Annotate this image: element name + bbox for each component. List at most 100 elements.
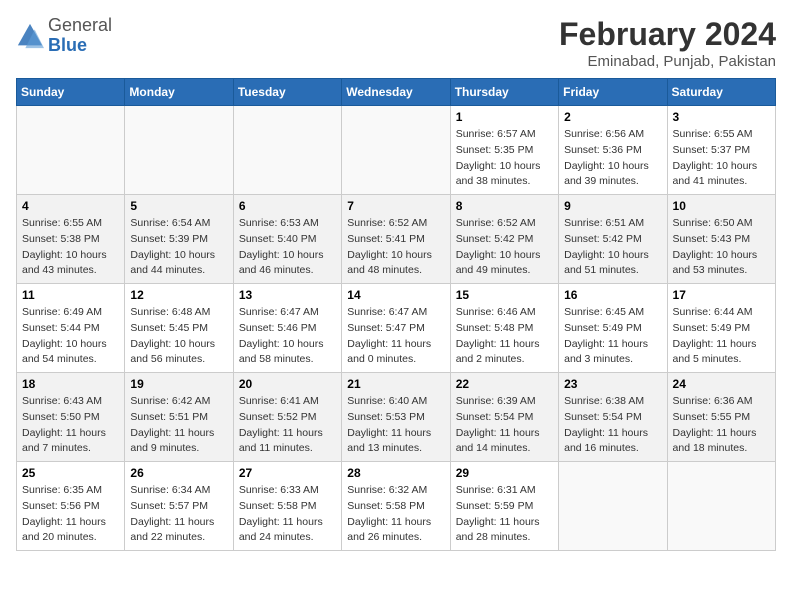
title-block: February 2024 Eminabad, Punjab, Pakistan — [559, 16, 776, 70]
day-info: Sunrise: 6:34 AMSunset: 5:57 PMDaylight:… — [130, 483, 227, 546]
day-number: 21 — [347, 377, 444, 391]
day-info: Sunrise: 6:55 AMSunset: 5:38 PMDaylight:… — [22, 216, 119, 279]
calendar-cell: 15 Sunrise: 6:46 AMSunset: 5:48 PMDayligh… — [450, 284, 558, 373]
calendar-body: 1 Sunrise: 6:57 AMSunset: 5:35 PMDaylight… — [17, 106, 776, 551]
day-number: 15 — [456, 288, 553, 302]
location-text: Eminabad, Punjab, Pakistan — [559, 53, 776, 70]
calendar-cell — [17, 106, 125, 195]
calendar-week-5: 25 Sunrise: 6:35 AMSunset: 5:56 PMDayligh… — [17, 462, 776, 551]
day-number: 22 — [456, 377, 553, 391]
day-info: Sunrise: 6:32 AMSunset: 5:58 PMDaylight:… — [347, 483, 444, 546]
calendar-cell: 16Sunrise: 6:45 AMSunset: 5:49 PMDayligh… — [559, 284, 667, 373]
day-number: 7 — [347, 199, 444, 213]
day-info: Sunrise: 6:42 AMSunset: 5:51 PMDaylight:… — [130, 394, 227, 457]
calendar-cell: 28 Sunrise: 6:32 AMSunset: 5:58 PMDayligh… — [342, 462, 450, 551]
calendar-cell: 12 Sunrise: 6:48 AMSunset: 5:45 PMDayligh… — [125, 284, 233, 373]
day-info: Sunrise: 6:44 AMSunset: 5:49 PMDaylight:… — [673, 305, 770, 368]
calendar-cell: 21 Sunrise: 6:40 AMSunset: 5:53 PMDayligh… — [342, 373, 450, 462]
day-info: Sunrise: 6:57 AMSunset: 5:35 PMDaylight:… — [456, 127, 553, 190]
col-tuesday: Tuesday — [233, 79, 341, 106]
day-number: 29 — [456, 466, 553, 480]
day-number: 6 — [239, 199, 336, 213]
logo-icon — [16, 22, 44, 50]
calendar-week-2: 4 Sunrise: 6:55 AMSunset: 5:38 PMDaylight… — [17, 195, 776, 284]
day-number: 4 — [22, 199, 119, 213]
calendar-cell: 9 Sunrise: 6:51 AMSunset: 5:42 PMDaylight… — [559, 195, 667, 284]
day-number: 3 — [673, 110, 770, 124]
day-number: 23 — [564, 377, 661, 391]
header-row: Sunday Monday Tuesday Wednesday Thursday… — [17, 79, 776, 106]
day-info: Sunrise: 6:52 AMSunset: 5:41 PMDaylight:… — [347, 216, 444, 279]
day-info: Sunrise: 6:55 AMSunset: 5:37 PMDaylight:… — [673, 127, 770, 190]
calendar-cell — [342, 106, 450, 195]
day-info: Sunrise: 6:52 AMSunset: 5:42 PMDaylight:… — [456, 216, 553, 279]
col-thursday: Thursday — [450, 79, 558, 106]
day-number: 25 — [22, 466, 119, 480]
day-info: Sunrise: 6:43 AMSunset: 5:50 PMDaylight:… — [22, 394, 119, 457]
calendar-cell: 25 Sunrise: 6:35 AMSunset: 5:56 PMDayligh… — [17, 462, 125, 551]
calendar-cell — [125, 106, 233, 195]
calendar-header: Sunday Monday Tuesday Wednesday Thursday… — [17, 79, 776, 106]
day-number: 12 — [130, 288, 227, 302]
calendar-cell: 11 Sunrise: 6:49 AMSunset: 5:44 PMDayligh… — [17, 284, 125, 373]
month-title: February 2024 — [559, 16, 776, 53]
day-number: 24 — [673, 377, 770, 391]
calendar-cell: 26Sunrise: 6:34 AMSunset: 5:57 PMDayligh… — [125, 462, 233, 551]
page-header: General Blue February 2024 Eminabad, Pun… — [16, 16, 776, 70]
calendar-cell: 23Sunrise: 6:38 AMSunset: 5:54 PMDayligh… — [559, 373, 667, 462]
calendar-cell — [667, 462, 775, 551]
day-info: Sunrise: 6:46 AMSunset: 5:48 PMDaylight:… — [456, 305, 553, 368]
calendar-cell: 24 Sunrise: 6:36 AMSunset: 5:55 PMDayligh… — [667, 373, 775, 462]
day-number: 19 — [130, 377, 227, 391]
day-info: Sunrise: 6:36 AMSunset: 5:55 PMDaylight:… — [673, 394, 770, 457]
day-info: Sunrise: 6:53 AMSunset: 5:40 PMDaylight:… — [239, 216, 336, 279]
day-info: Sunrise: 6:39 AMSunset: 5:54 PMDaylight:… — [456, 394, 553, 457]
day-number: 16 — [564, 288, 661, 302]
day-number: 10 — [673, 199, 770, 213]
day-info: Sunrise: 6:49 AMSunset: 5:44 PMDaylight:… — [22, 305, 119, 368]
day-info: Sunrise: 6:47 AMSunset: 5:46 PMDaylight:… — [239, 305, 336, 368]
day-info: Sunrise: 6:41 AMSunset: 5:52 PMDaylight:… — [239, 394, 336, 457]
day-number: 17 — [673, 288, 770, 302]
calendar-week-1: 1 Sunrise: 6:57 AMSunset: 5:35 PMDaylight… — [17, 106, 776, 195]
day-info: Sunrise: 6:31 AMSunset: 5:59 PMDaylight:… — [456, 483, 553, 546]
logo-blue-text: Blue — [48, 35, 87, 55]
day-number: 9 — [564, 199, 661, 213]
day-number: 18 — [22, 377, 119, 391]
calendar-cell: 6 Sunrise: 6:53 AMSunset: 5:40 PMDaylight… — [233, 195, 341, 284]
calendar-cell: 2Sunrise: 6:56 AMSunset: 5:36 PMDaylight… — [559, 106, 667, 195]
col-sunday: Sunday — [17, 79, 125, 106]
calendar-cell: 22 Sunrise: 6:39 AMSunset: 5:54 PMDayligh… — [450, 373, 558, 462]
day-number: 28 — [347, 466, 444, 480]
day-info: Sunrise: 6:50 AMSunset: 5:43 PMDaylight:… — [673, 216, 770, 279]
calendar-cell: 3 Sunrise: 6:55 AMSunset: 5:37 PMDaylight… — [667, 106, 775, 195]
calendar-cell: 29 Sunrise: 6:31 AMSunset: 5:59 PMDayligh… — [450, 462, 558, 551]
day-info: Sunrise: 6:35 AMSunset: 5:56 PMDaylight:… — [22, 483, 119, 546]
calendar-cell: 10 Sunrise: 6:50 AMSunset: 5:43 PMDayligh… — [667, 195, 775, 284]
calendar-cell: 19 Sunrise: 6:42 AMSunset: 5:51 PMDayligh… — [125, 373, 233, 462]
day-info: Sunrise: 6:48 AMSunset: 5:45 PMDaylight:… — [130, 305, 227, 368]
day-number: 11 — [22, 288, 119, 302]
day-number: 14 — [347, 288, 444, 302]
col-friday: Friday — [559, 79, 667, 106]
day-number: 8 — [456, 199, 553, 213]
col-monday: Monday — [125, 79, 233, 106]
col-wednesday: Wednesday — [342, 79, 450, 106]
calendar-week-3: 11 Sunrise: 6:49 AMSunset: 5:44 PMDayligh… — [17, 284, 776, 373]
day-number: 5 — [130, 199, 227, 213]
logo-general-text: General — [48, 15, 112, 35]
calendar-cell: 20Sunrise: 6:41 AMSunset: 5:52 PMDayligh… — [233, 373, 341, 462]
calendar-cell: 5Sunrise: 6:54 AMSunset: 5:39 PMDaylight… — [125, 195, 233, 284]
day-info: Sunrise: 6:51 AMSunset: 5:42 PMDaylight:… — [564, 216, 661, 279]
day-info: Sunrise: 6:33 AMSunset: 5:58 PMDaylight:… — [239, 483, 336, 546]
calendar-cell: 18 Sunrise: 6:43 AMSunset: 5:50 PMDayligh… — [17, 373, 125, 462]
day-info: Sunrise: 6:40 AMSunset: 5:53 PMDaylight:… — [347, 394, 444, 457]
calendar-cell: 13Sunrise: 6:47 AMSunset: 5:46 PMDayligh… — [233, 284, 341, 373]
day-number: 1 — [456, 110, 553, 124]
calendar-cell: 1 Sunrise: 6:57 AMSunset: 5:35 PMDaylight… — [450, 106, 558, 195]
day-number: 27 — [239, 466, 336, 480]
calendar-cell — [233, 106, 341, 195]
calendar-cell: 7 Sunrise: 6:52 AMSunset: 5:41 PMDaylight… — [342, 195, 450, 284]
calendar-cell: 4 Sunrise: 6:55 AMSunset: 5:38 PMDaylight… — [17, 195, 125, 284]
day-info: Sunrise: 6:56 AMSunset: 5:36 PMDaylight:… — [564, 127, 661, 190]
